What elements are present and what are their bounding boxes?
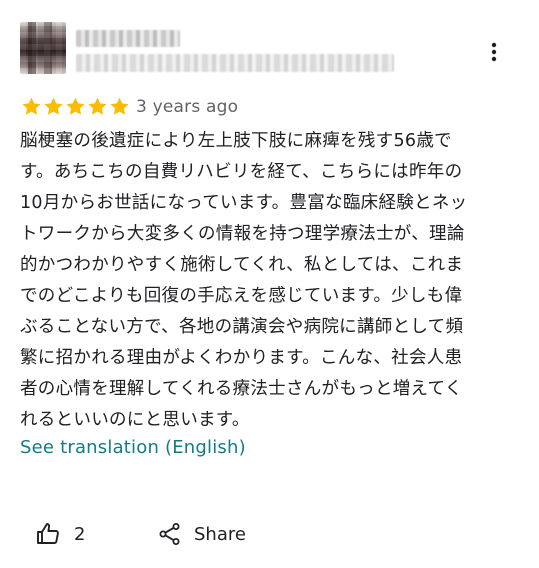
share-button[interactable]: Share [158,519,246,549]
reviewer-avatar[interactable] [20,22,66,74]
like-count: 2 [74,523,86,545]
share-label: Share [194,523,246,545]
like-button[interactable]: 2 [36,519,85,549]
reviewer-meta-redacted [76,54,394,72]
star-icon [88,97,107,115]
review-text-line: 10月からお世話になっています。豊富な臨床経験とネッ [20,193,468,213]
star-icon [66,97,85,115]
more-vert-icon [491,42,497,62]
reviewer-name-redacted[interactable] [76,30,180,47]
see-translation-link[interactable]: See translation (English) [20,437,246,458]
thumb-up-icon [37,523,59,544]
review-text-line: す。あちこちの自費リハビリを経て、こちらには昨年の [20,162,463,182]
review-text-line: 者の心情を理解してくれる療法士さんがもっと増えてく [20,379,463,399]
review-text-line: 脳梗塞の後遺症により左上肢下肢に麻痺を残す56歳で [20,131,452,151]
review-text-line: ぶることない方で、各地の講演会や病院に講師として頻 [20,317,464,337]
star-icon [110,97,129,115]
review-text-line: れるといいのにと思います。 [20,410,250,430]
review-text: 脳梗塞の後遺症により左上肢下肢に麻痺を残す56歳で す。あちこちの自費リハビリを経… [20,126,504,436]
review-text-line: でのどこよりも回復の手応えを感じています。少しも偉 [20,286,463,306]
review-text-line: トワークから大変多くの情報を持つ理学療法士が、理論 [20,224,465,244]
star-icon [44,97,63,115]
star-rating [21,96,130,118]
more-options-button[interactable] [482,40,506,64]
star-icon [22,97,41,115]
review-time: 3 years ago [136,97,239,117]
review-text-line: 繁に招かれる理由がよくわかります。こんな、社会人患 [20,348,463,368]
review-text-line: 的かつわかりやすく施術してくれ、私としては、これま [20,255,464,275]
share-icon [159,523,180,545]
